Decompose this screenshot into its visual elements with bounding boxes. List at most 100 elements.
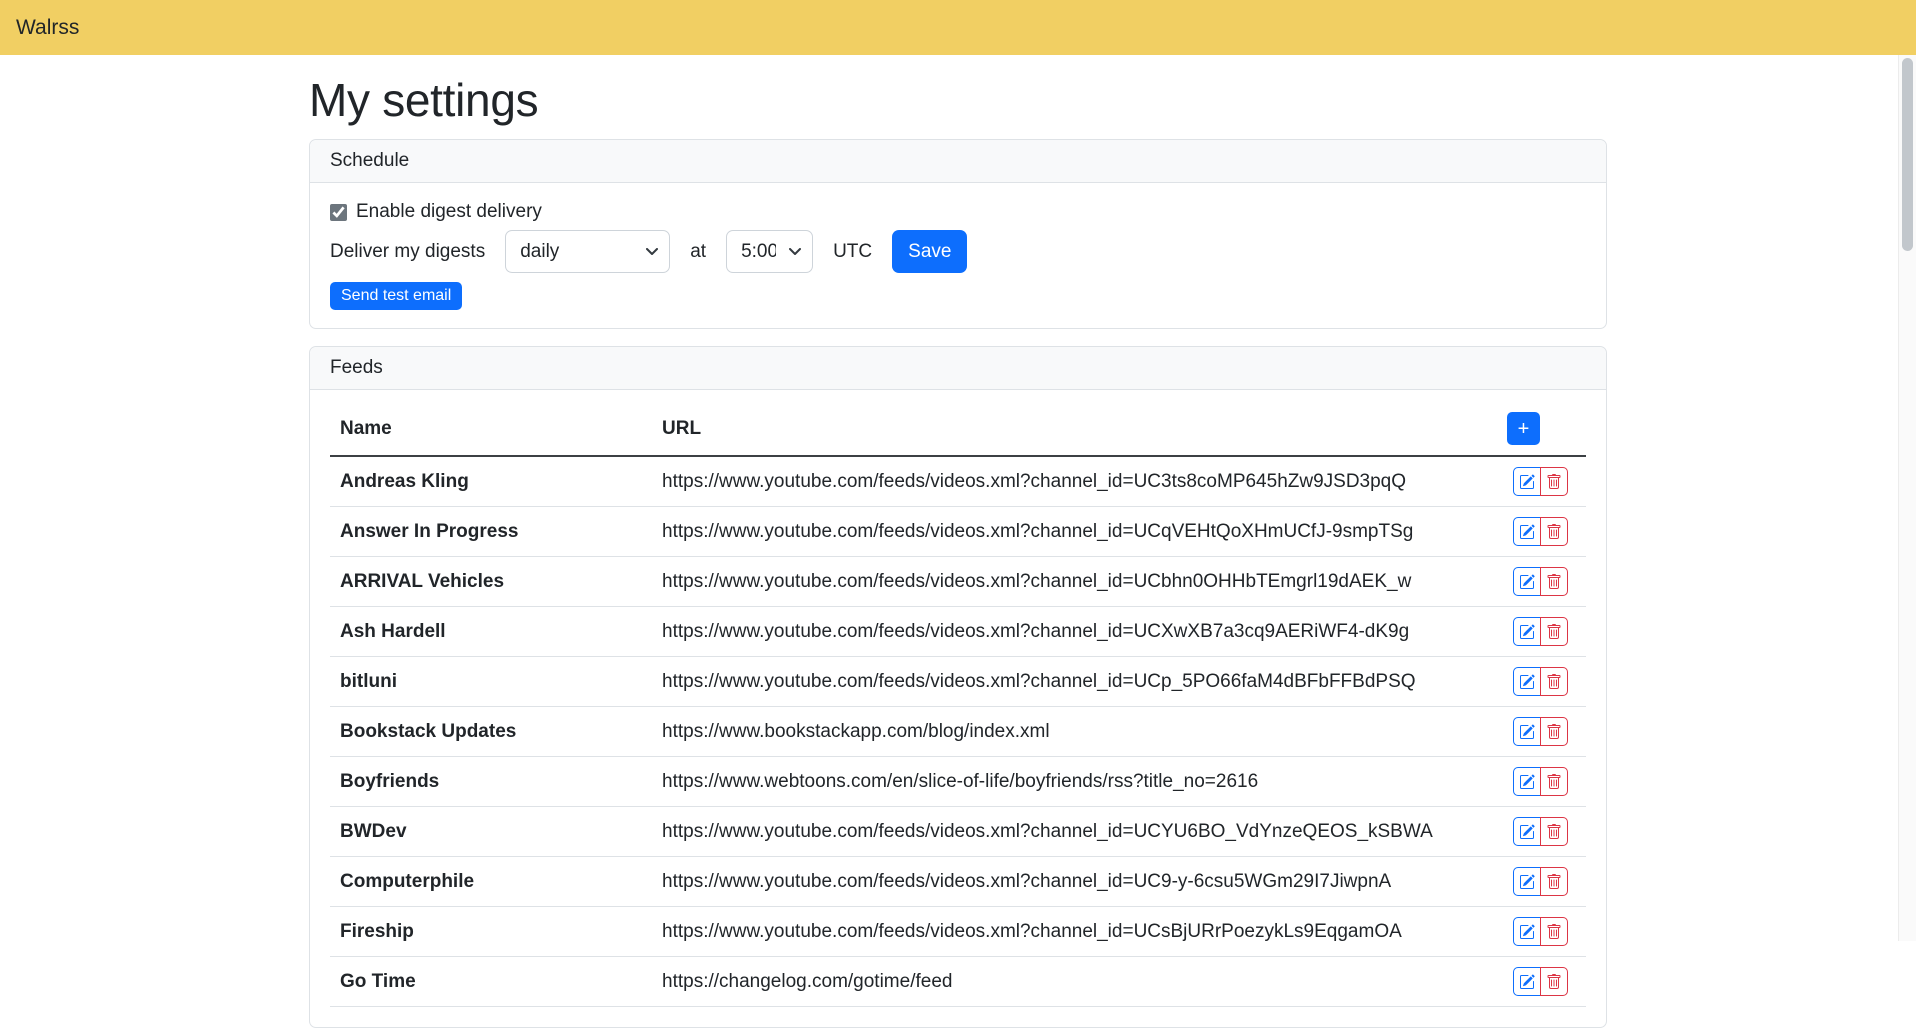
- feed-row: Fireship https://www.youtube.com/feeds/v…: [330, 907, 1586, 957]
- edit-feed-button[interactable]: [1513, 617, 1541, 646]
- send-test-email-button[interactable]: Send test email: [330, 282, 462, 310]
- feeds-card-body: Name URL + Andreas Kling https://www.you…: [310, 390, 1606, 1027]
- feed-url: https://www.youtube.com/feeds/videos.xml…: [652, 607, 1496, 657]
- brand-link[interactable]: Walrss: [16, 16, 79, 40]
- feed-name: Bookstack Updates: [330, 707, 652, 757]
- edit-feed-button[interactable]: [1513, 967, 1541, 996]
- timezone-label: UTC: [833, 241, 872, 263]
- feed-url: https://changelog.com/gotime/feed: [652, 957, 1496, 1007]
- page-title: My settings: [309, 73, 1607, 127]
- feeds-card: Feeds Name URL + Andreas Kling https://w…: [309, 346, 1607, 1028]
- delete-feed-button[interactable]: [1540, 467, 1568, 496]
- digest-schedule-row: Deliver my digests daily at 5:00 UTC Sav…: [330, 230, 1586, 273]
- edit-feed-button[interactable]: [1513, 467, 1541, 496]
- feed-action-group: [1513, 617, 1568, 646]
- feed-url: https://www.youtube.com/feeds/videos.xml…: [652, 807, 1496, 857]
- feed-url: https://www.youtube.com/feeds/videos.xml…: [652, 507, 1496, 557]
- scrollbar-thumb[interactable]: [1902, 58, 1913, 251]
- enable-digest-label: Enable digest delivery: [356, 201, 542, 223]
- delete-feed-button[interactable]: [1540, 917, 1568, 946]
- feed-row: Answer In Progress https://www.youtube.c…: [330, 507, 1586, 557]
- frequency-select-wrap: daily: [505, 230, 670, 273]
- schedule-card-header: Schedule: [310, 140, 1606, 183]
- feed-row: ARRIVAL Vehicles https://www.youtube.com…: [330, 557, 1586, 607]
- edit-feed-button[interactable]: [1513, 667, 1541, 696]
- trash-icon: [1546, 524, 1562, 540]
- frequency-select[interactable]: daily: [505, 230, 670, 273]
- feed-actions: [1496, 757, 1586, 807]
- pencil-square-icon: [1519, 624, 1535, 640]
- main-content: My settings Schedule Enable digest deliv…: [309, 73, 1607, 1028]
- trash-icon: [1546, 774, 1562, 790]
- trash-icon: [1546, 974, 1562, 990]
- schedule-card: Schedule Enable digest delivery Deliver …: [309, 139, 1607, 329]
- feed-actions: [1496, 557, 1586, 607]
- feed-row: Computerphile https://www.youtube.com/fe…: [330, 857, 1586, 907]
- time-select[interactable]: 5:00: [726, 230, 813, 273]
- edit-feed-button[interactable]: [1513, 767, 1541, 796]
- feed-row: bitluni https://www.youtube.com/feeds/vi…: [330, 657, 1586, 707]
- feed-name: Ash Hardell: [330, 607, 652, 657]
- feed-action-group: [1513, 517, 1568, 546]
- column-header-actions: +: [1496, 402, 1586, 456]
- delete-feed-button[interactable]: [1540, 817, 1568, 846]
- column-header-url: URL: [652, 402, 1496, 456]
- pencil-square-icon: [1519, 974, 1535, 990]
- feed-action-group: [1513, 567, 1568, 596]
- save-button[interactable]: Save: [892, 230, 967, 273]
- delete-feed-button[interactable]: [1540, 767, 1568, 796]
- deliver-label: Deliver my digests: [330, 241, 485, 263]
- delete-feed-button[interactable]: [1540, 717, 1568, 746]
- delete-feed-button[interactable]: [1540, 617, 1568, 646]
- feed-row: Bookstack Updates https://www.bookstacka…: [330, 707, 1586, 757]
- trash-icon: [1546, 674, 1562, 690]
- feeds-card-header: Feeds: [310, 347, 1606, 390]
- pencil-square-icon: [1519, 674, 1535, 690]
- pencil-square-icon: [1519, 774, 1535, 790]
- enable-digest-checkbox[interactable]: [330, 204, 347, 221]
- edit-feed-button[interactable]: [1513, 817, 1541, 846]
- edit-feed-button[interactable]: [1513, 717, 1541, 746]
- feed-url: https://www.bookstackapp.com/blog/index.…: [652, 707, 1496, 757]
- feeds-table: Name URL + Andreas Kling https://www.you…: [330, 402, 1586, 1007]
- enable-digest-row: Enable digest delivery: [330, 201, 1586, 223]
- feed-name: Answer In Progress: [330, 507, 652, 557]
- feed-actions: [1496, 907, 1586, 957]
- delete-feed-button[interactable]: [1540, 967, 1568, 996]
- edit-feed-button[interactable]: [1513, 867, 1541, 896]
- schedule-card-body: Enable digest delivery Deliver my digest…: [310, 183, 1606, 328]
- add-feed-button[interactable]: +: [1507, 412, 1540, 445]
- time-select-wrap: 5:00: [726, 230, 813, 273]
- trash-icon: [1546, 874, 1562, 890]
- feeds-header-row: Name URL +: [330, 402, 1586, 456]
- feed-row: Go Time https://changelog.com/gotime/fee…: [330, 957, 1586, 1007]
- feed-url: https://www.youtube.com/feeds/videos.xml…: [652, 907, 1496, 957]
- feed-action-group: [1513, 717, 1568, 746]
- feed-action-group: [1513, 767, 1568, 796]
- edit-feed-button[interactable]: [1513, 917, 1541, 946]
- pencil-square-icon: [1519, 874, 1535, 890]
- feed-name: bitluni: [330, 657, 652, 707]
- feed-action-group: [1513, 917, 1568, 946]
- feed-row: Andreas Kling https://www.youtube.com/fe…: [330, 456, 1586, 507]
- column-header-name: Name: [330, 402, 652, 456]
- edit-feed-button[interactable]: [1513, 517, 1541, 546]
- delete-feed-button[interactable]: [1540, 867, 1568, 896]
- pencil-square-icon: [1519, 924, 1535, 940]
- feed-actions: [1496, 857, 1586, 907]
- feed-row: Boyfriends https://www.webtoons.com/en/s…: [330, 757, 1586, 807]
- feed-name: Computerphile: [330, 857, 652, 907]
- at-label: at: [690, 241, 706, 263]
- feed-actions: [1496, 807, 1586, 857]
- feed-actions: [1496, 507, 1586, 557]
- trash-icon: [1546, 724, 1562, 740]
- scrollbar-track[interactable]: [1898, 55, 1916, 941]
- feed-name: Boyfriends: [330, 757, 652, 807]
- feed-action-group: [1513, 967, 1568, 996]
- delete-feed-button[interactable]: [1540, 567, 1568, 596]
- delete-feed-button[interactable]: [1540, 667, 1568, 696]
- edit-feed-button[interactable]: [1513, 567, 1541, 596]
- delete-feed-button[interactable]: [1540, 517, 1568, 546]
- navbar: Walrss: [0, 0, 1916, 55]
- feed-name: BWDev: [330, 807, 652, 857]
